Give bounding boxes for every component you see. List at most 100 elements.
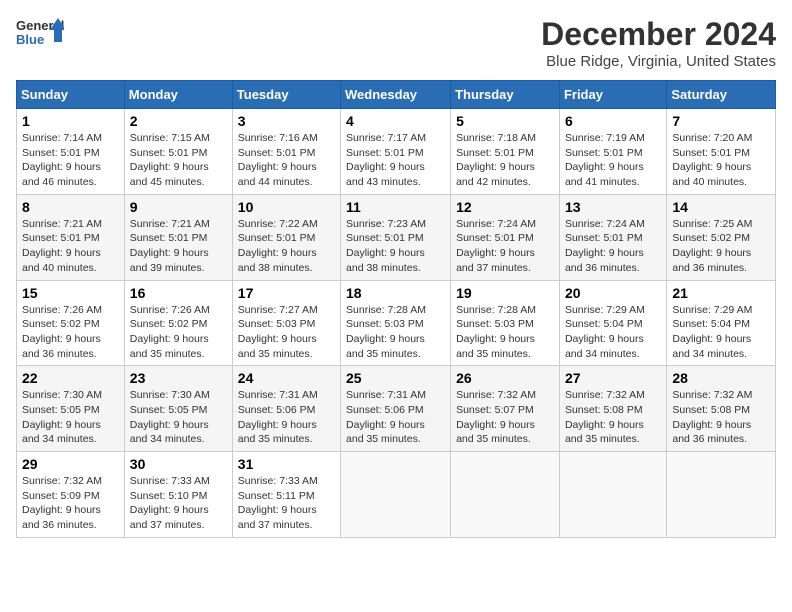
day-info: Sunrise: 7:21 AMSunset: 5:01 PMDaylight:… [130,218,210,274]
header-saturday: Saturday [667,81,776,109]
week-row-3: 15 Sunrise: 7:26 AMSunset: 5:02 PMDaylig… [17,280,776,366]
calendar-cell: 24 Sunrise: 7:31 AMSunset: 5:06 PMDaylig… [232,366,340,452]
page-title: December 2024 [541,16,776,53]
title-area: December 2024 Blue Ridge, Virginia, Unit… [541,16,776,70]
day-info: Sunrise: 7:31 AMSunset: 5:06 PMDaylight:… [346,389,426,445]
day-number: 12 [456,199,554,215]
calendar-cell: 29 Sunrise: 7:32 AMSunset: 5:09 PMDaylig… [17,452,125,538]
calendar-cell: 30 Sunrise: 7:33 AMSunset: 5:10 PMDaylig… [124,452,232,538]
calendar-cell: 19 Sunrise: 7:28 AMSunset: 5:03 PMDaylig… [451,280,560,366]
header-monday: Monday [124,81,232,109]
calendar-cell: 10 Sunrise: 7:22 AMSunset: 5:01 PMDaylig… [232,194,340,280]
day-info: Sunrise: 7:33 AMSunset: 5:11 PMDaylight:… [238,475,318,531]
calendar-cell: 5 Sunrise: 7:18 AMSunset: 5:01 PMDayligh… [451,109,560,195]
day-number: 28 [672,370,770,386]
day-info: Sunrise: 7:31 AMSunset: 5:06 PMDaylight:… [238,389,318,445]
day-info: Sunrise: 7:30 AMSunset: 5:05 PMDaylight:… [130,389,210,445]
calendar-table: SundayMondayTuesdayWednesdayThursdayFrid… [16,80,776,538]
day-number: 21 [672,285,770,301]
day-info: Sunrise: 7:29 AMSunset: 5:04 PMDaylight:… [565,304,645,360]
day-info: Sunrise: 7:25 AMSunset: 5:02 PMDaylight:… [672,218,752,274]
day-number: 31 [238,456,335,472]
day-info: Sunrise: 7:20 AMSunset: 5:01 PMDaylight:… [672,132,752,188]
calendar-cell: 13 Sunrise: 7:24 AMSunset: 5:01 PMDaylig… [559,194,666,280]
day-number: 11 [346,199,445,215]
day-info: Sunrise: 7:14 AMSunset: 5:01 PMDaylight:… [22,132,102,188]
page-subtitle: Blue Ridge, Virginia, United States [541,53,776,70]
header-tuesday: Tuesday [232,81,340,109]
calendar-cell: 17 Sunrise: 7:27 AMSunset: 5:03 PMDaylig… [232,280,340,366]
day-number: 25 [346,370,445,386]
header-wednesday: Wednesday [341,81,451,109]
day-number: 10 [238,199,335,215]
day-number: 30 [130,456,227,472]
calendar-cell [667,452,776,538]
header: General Blue December 2024 Blue Ridge, V… [16,16,776,70]
day-number: 15 [22,285,119,301]
calendar-cell [559,452,666,538]
day-number: 6 [565,113,661,129]
calendar-cell: 2 Sunrise: 7:15 AMSunset: 5:01 PMDayligh… [124,109,232,195]
calendar-cell: 28 Sunrise: 7:32 AMSunset: 5:08 PMDaylig… [667,366,776,452]
header-sunday: Sunday [17,81,125,109]
day-number: 19 [456,285,554,301]
day-info: Sunrise: 7:30 AMSunset: 5:05 PMDaylight:… [22,389,102,445]
day-number: 20 [565,285,661,301]
day-number: 17 [238,285,335,301]
svg-text:Blue: Blue [16,32,44,47]
week-row-2: 8 Sunrise: 7:21 AMSunset: 5:01 PMDayligh… [17,194,776,280]
day-number: 27 [565,370,661,386]
day-info: Sunrise: 7:17 AMSunset: 5:01 PMDaylight:… [346,132,426,188]
day-number: 14 [672,199,770,215]
day-number: 18 [346,285,445,301]
day-number: 2 [130,113,227,129]
day-info: Sunrise: 7:29 AMSunset: 5:04 PMDaylight:… [672,304,752,360]
day-info: Sunrise: 7:23 AMSunset: 5:01 PMDaylight:… [346,218,426,274]
day-info: Sunrise: 7:32 AMSunset: 5:08 PMDaylight:… [672,389,752,445]
calendar-cell [341,452,451,538]
calendar-cell: 7 Sunrise: 7:20 AMSunset: 5:01 PMDayligh… [667,109,776,195]
calendar-cell: 4 Sunrise: 7:17 AMSunset: 5:01 PMDayligh… [341,109,451,195]
week-row-4: 22 Sunrise: 7:30 AMSunset: 5:05 PMDaylig… [17,366,776,452]
calendar-cell: 1 Sunrise: 7:14 AMSunset: 5:01 PMDayligh… [17,109,125,195]
calendar-cell: 11 Sunrise: 7:23 AMSunset: 5:01 PMDaylig… [341,194,451,280]
day-info: Sunrise: 7:15 AMSunset: 5:01 PMDaylight:… [130,132,210,188]
day-info: Sunrise: 7:16 AMSunset: 5:01 PMDaylight:… [238,132,318,188]
day-info: Sunrise: 7:26 AMSunset: 5:02 PMDaylight:… [130,304,210,360]
logo: General Blue [16,16,64,52]
calendar-cell: 25 Sunrise: 7:31 AMSunset: 5:06 PMDaylig… [341,366,451,452]
calendar-cell: 12 Sunrise: 7:24 AMSunset: 5:01 PMDaylig… [451,194,560,280]
day-info: Sunrise: 7:28 AMSunset: 5:03 PMDaylight:… [456,304,536,360]
day-number: 24 [238,370,335,386]
calendar-cell: 6 Sunrise: 7:19 AMSunset: 5:01 PMDayligh… [559,109,666,195]
calendar-cell: 21 Sunrise: 7:29 AMSunset: 5:04 PMDaylig… [667,280,776,366]
calendar-cell: 23 Sunrise: 7:30 AMSunset: 5:05 PMDaylig… [124,366,232,452]
calendar-cell: 22 Sunrise: 7:30 AMSunset: 5:05 PMDaylig… [17,366,125,452]
day-number: 23 [130,370,227,386]
day-number: 26 [456,370,554,386]
day-number: 16 [130,285,227,301]
day-info: Sunrise: 7:32 AMSunset: 5:07 PMDaylight:… [456,389,536,445]
day-number: 7 [672,113,770,129]
header-thursday: Thursday [451,81,560,109]
day-info: Sunrise: 7:22 AMSunset: 5:01 PMDaylight:… [238,218,318,274]
day-number: 3 [238,113,335,129]
day-number: 9 [130,199,227,215]
day-info: Sunrise: 7:24 AMSunset: 5:01 PMDaylight:… [565,218,645,274]
logo-icon: General Blue [16,16,64,52]
calendar-cell: 14 Sunrise: 7:25 AMSunset: 5:02 PMDaylig… [667,194,776,280]
day-number: 8 [22,199,119,215]
calendar-cell: 31 Sunrise: 7:33 AMSunset: 5:11 PMDaylig… [232,452,340,538]
header-friday: Friday [559,81,666,109]
day-number: 29 [22,456,119,472]
day-info: Sunrise: 7:18 AMSunset: 5:01 PMDaylight:… [456,132,536,188]
calendar-cell: 15 Sunrise: 7:26 AMSunset: 5:02 PMDaylig… [17,280,125,366]
day-info: Sunrise: 7:28 AMSunset: 5:03 PMDaylight:… [346,304,426,360]
header-row: SundayMondayTuesdayWednesdayThursdayFrid… [17,81,776,109]
day-info: Sunrise: 7:33 AMSunset: 5:10 PMDaylight:… [130,475,210,531]
day-number: 1 [22,113,119,129]
day-info: Sunrise: 7:19 AMSunset: 5:01 PMDaylight:… [565,132,645,188]
day-number: 22 [22,370,119,386]
day-number: 4 [346,113,445,129]
calendar-cell: 8 Sunrise: 7:21 AMSunset: 5:01 PMDayligh… [17,194,125,280]
